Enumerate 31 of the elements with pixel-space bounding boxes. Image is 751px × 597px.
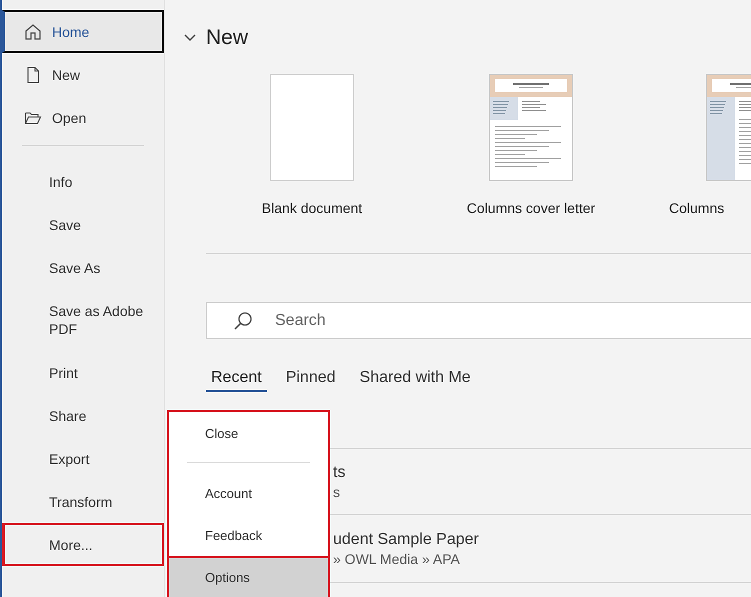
tab[interactable]: Pinned [280, 369, 341, 392]
tab[interactable]: Shared with Me [354, 369, 476, 392]
sidebar-item[interactable]: Save As [2, 246, 164, 289]
sidebar-item[interactable]: Home [2, 10, 164, 53]
chevron-icon[interactable] [184, 34, 196, 42]
template-label[interactable]: Columns [669, 200, 724, 216]
search-icon [233, 311, 253, 331]
sidebar-item[interactable]: Open [2, 96, 164, 139]
sidebar-item[interactable]: New [2, 53, 164, 96]
sidebar-item[interactable]: Export [2, 437, 164, 480]
sidebar-item[interactable]: Transform [2, 480, 164, 523]
search-field[interactable]: Search [206, 302, 751, 339]
template-label[interactable]: Columns cover letter [466, 200, 596, 216]
sidebar-item[interactable]: Save as Adobe PDF [2, 289, 164, 351]
template-label[interactable]: Blank document [262, 200, 362, 216]
menu-item[interactable]: Options [169, 556, 328, 597]
sidebar-item[interactable]: Save [2, 203, 164, 246]
file-name[interactable]: ts [333, 464, 751, 482]
file-name[interactable]: udent Sample Paper [333, 530, 751, 548]
sidebar-item[interactable]: Print [2, 351, 164, 394]
menu-item[interactable]: Close [169, 412, 328, 454]
tab[interactable]: Recent [206, 369, 267, 392]
sidebar-item[interactable]: More... [2, 523, 164, 566]
file-path: s [333, 484, 341, 500]
sidebar-item[interactable]: Info [2, 160, 164, 203]
menu-item[interactable]: Feedback [169, 514, 328, 556]
file-path: » OWL Media » APA [333, 550, 461, 566]
home-icon [24, 22, 42, 40]
section-heading: New [206, 26, 248, 50]
menu-item[interactable]: Account [169, 472, 328, 514]
sidebar-item[interactable]: Share [2, 394, 164, 437]
